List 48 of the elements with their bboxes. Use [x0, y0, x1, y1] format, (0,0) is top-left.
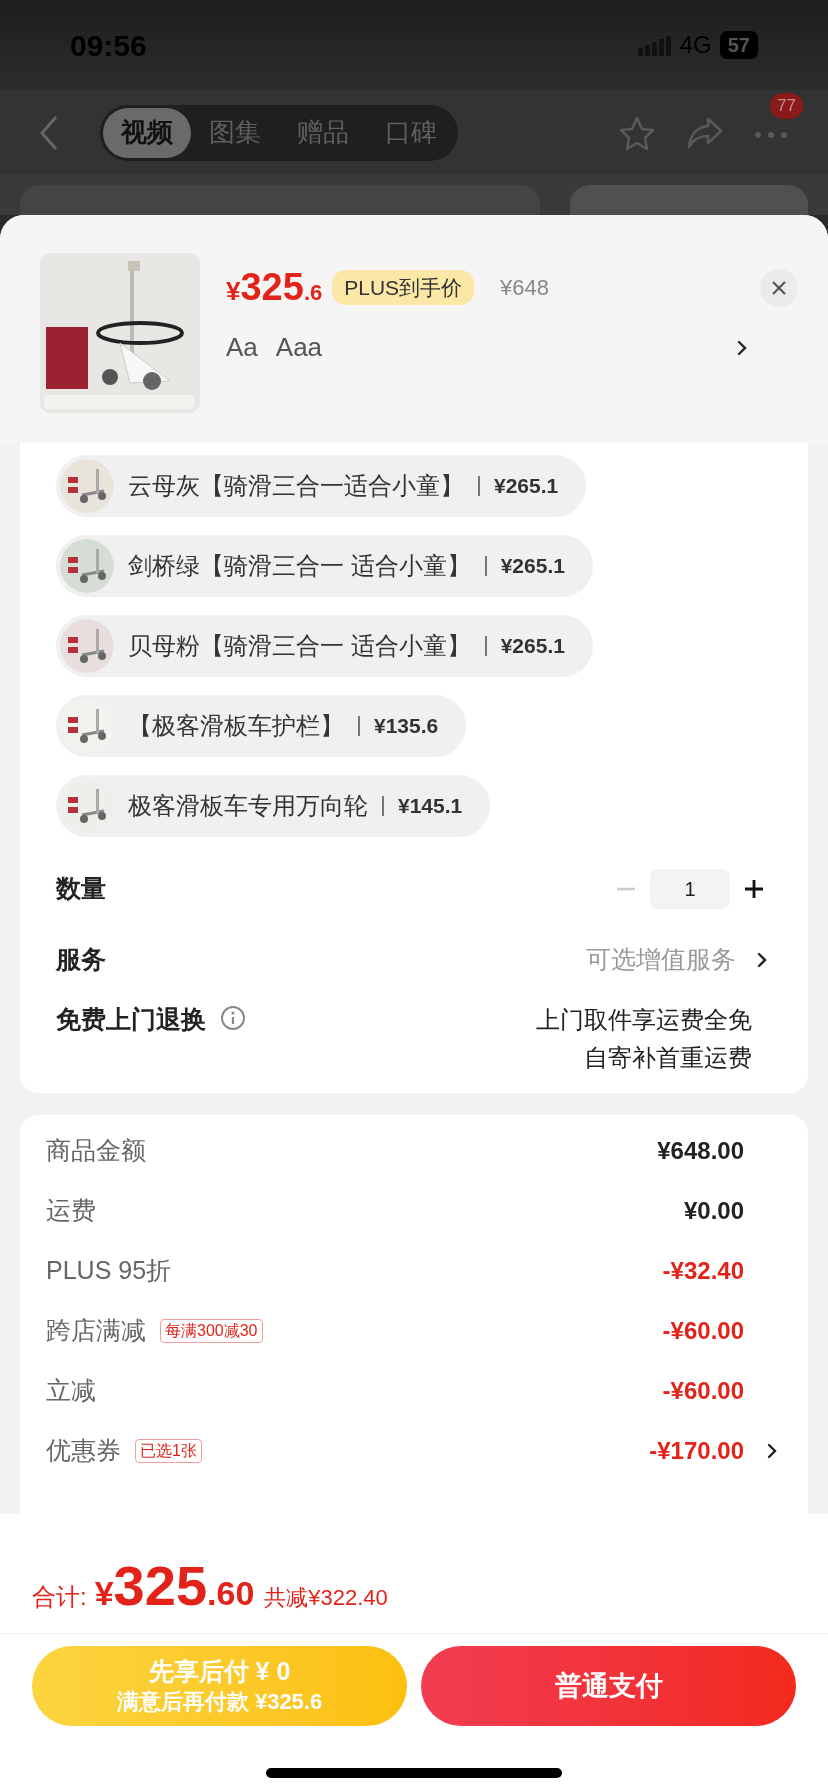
service-label: 服务	[56, 944, 106, 975]
variant-option[interactable]: 剑桥绿【骑滑三合一 适合小童】 ¥265.1	[56, 535, 593, 597]
info-icon[interactable]	[220, 1004, 246, 1031]
pay-button[interactable]: 普通支付	[421, 1646, 796, 1726]
notification-badge: 77	[770, 92, 803, 119]
nav-tab[interactable]: 赠品	[279, 107, 367, 158]
quantity-field[interactable]: 1	[650, 869, 730, 909]
summary-amount: -¥60.00	[662, 1375, 744, 1406]
summary-label: 跨店满减	[46, 1314, 146, 1346]
more-icon[interactable]	[754, 130, 788, 139]
summary-amount: -¥170.00	[649, 1435, 744, 1466]
quantity-label: 数量	[56, 873, 106, 905]
battery-level: 57	[719, 31, 758, 59]
summary-label: 立减	[46, 1374, 96, 1406]
variant-option[interactable]: 云母灰【骑滑三合一适合小童】 ¥265.1	[56, 455, 587, 517]
plus-price: ¥325.6	[226, 265, 323, 310]
original-price: ¥648	[500, 274, 550, 302]
service-value[interactable]: 可选增值服务	[586, 941, 736, 979]
star-icon[interactable]	[618, 114, 656, 151]
spec-text: Aaa	[275, 331, 323, 364]
free-return-note: 上门取件享运费全免	[536, 1004, 752, 1035]
nav-tab[interactable]: 视频	[103, 107, 191, 158]
free-return-note: 自寄补首重运费	[584, 1042, 752, 1073]
summary-label: 优惠券	[46, 1434, 121, 1466]
back-icon[interactable]	[38, 113, 60, 152]
summary-label: 运费	[46, 1194, 96, 1226]
summary-amount: -¥32.40	[662, 1255, 744, 1286]
nav-tab[interactable]: 口碑	[367, 107, 455, 158]
close-button[interactable]	[760, 268, 798, 307]
variant-option[interactable]: 极客滑板车专用万向轮 ¥145.1	[56, 775, 491, 837]
total-saved: 共减¥322.40	[264, 1584, 388, 1612]
total-price: 合计: ¥325.60	[32, 1553, 255, 1619]
summary-amount: -¥60.00	[662, 1315, 744, 1346]
plus-icon[interactable]	[742, 877, 766, 901]
variant-option[interactable]: 【极客滑板车护栏】 ¥135.6	[56, 695, 467, 757]
share-icon[interactable]	[686, 115, 724, 150]
summary-tag: 每满300减30	[160, 1318, 263, 1343]
summary-label: 商品金额	[46, 1134, 146, 1166]
close-icon	[771, 279, 787, 296]
summary-tag: 已选1张	[135, 1438, 202, 1463]
free-return-label: 免费上门退换	[56, 1003, 206, 1035]
spec-text: Aa	[226, 331, 258, 364]
summary-amount: ¥0.00	[683, 1195, 744, 1226]
plus-price-tag: PLUS到手价	[332, 269, 475, 306]
summary-amount: ¥648.00	[657, 1135, 744, 1166]
nav-tab[interactable]: 图集	[191, 107, 279, 158]
summary-label: PLUS 95折	[46, 1254, 172, 1286]
variant-option[interactable]: 贝母粉【骑滑三合一 适合小童】 ¥265.1	[56, 615, 593, 677]
